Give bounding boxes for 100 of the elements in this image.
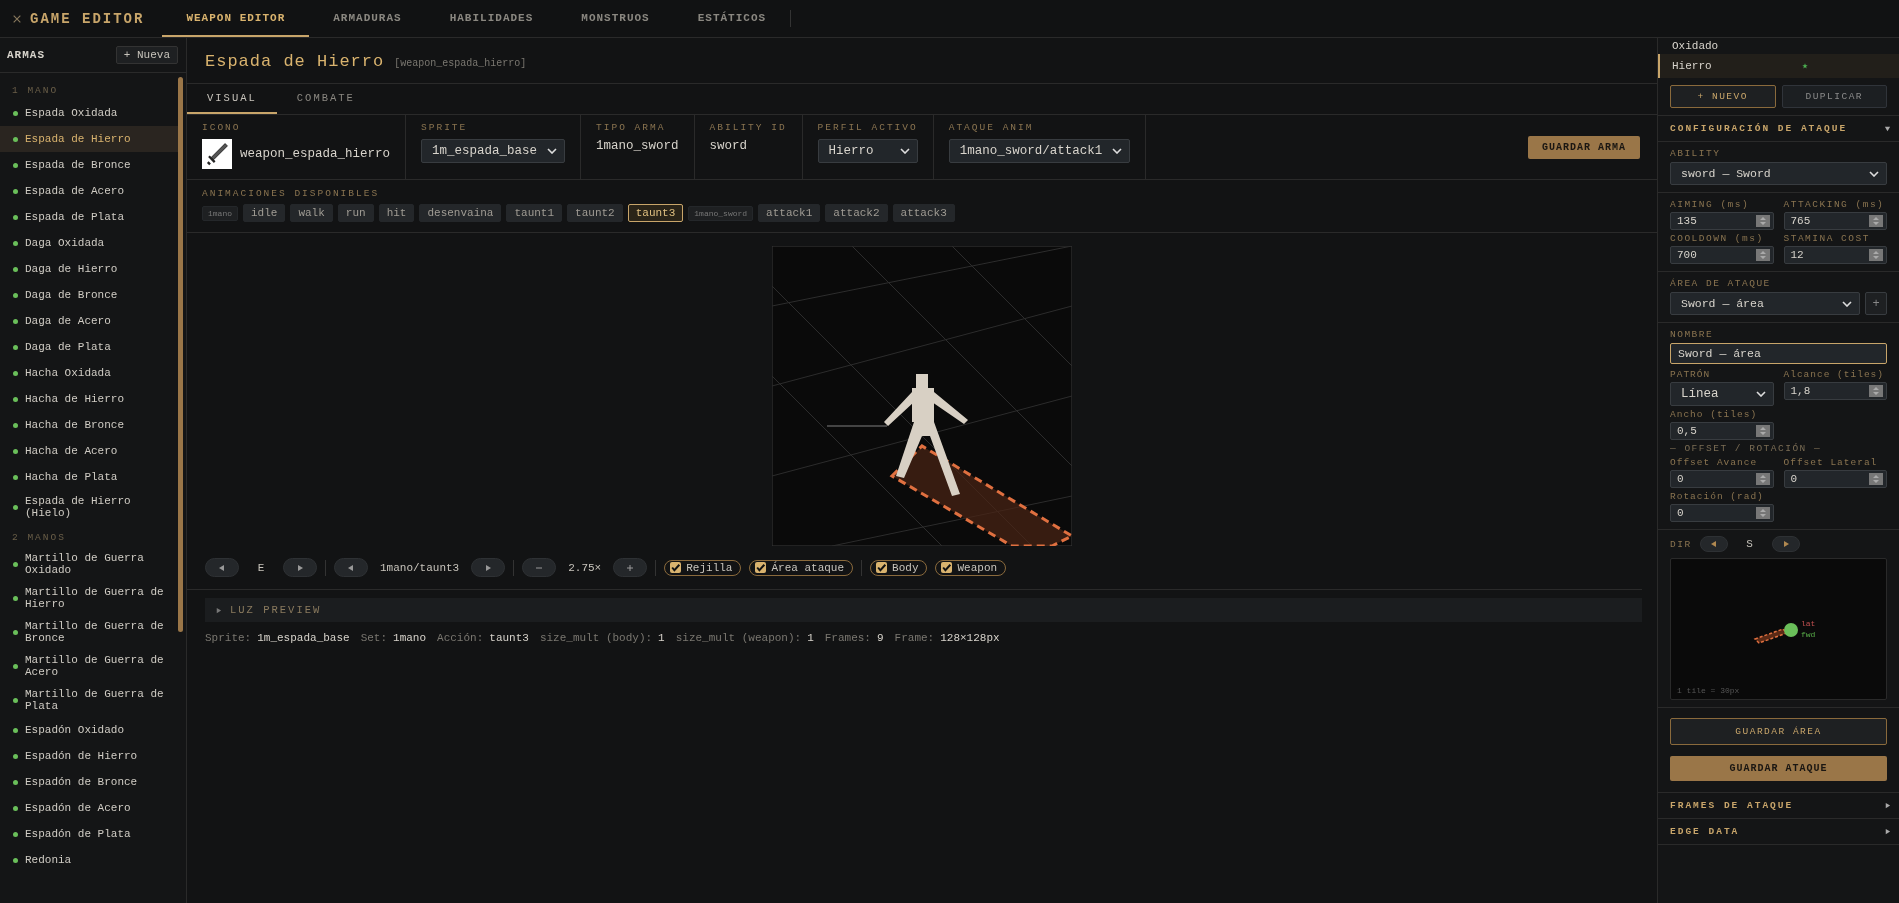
status-dot [13,595,18,601]
select-field[interactable]: 1mano_sword/attack1 [948,139,1131,163]
weapon-list-item[interactable]: Espadón de Bronce [0,769,178,795]
animation-chip[interactable]: hit [378,204,415,222]
number-field[interactable]: 0 [1670,470,1774,488]
weapon-name: Espadón de Plata [25,828,131,840]
editor-tab[interactable]: VISUAL [187,84,277,114]
animation-chip[interactable]: attack3 [892,204,955,222]
editor-tab[interactable]: COMBATE [276,84,375,114]
animation-chip[interactable]: attack1 [758,204,821,222]
forward-axis-label: fwd [1801,630,1816,639]
weapon-list-item[interactable]: Espada de Bronce [0,152,178,178]
checkbox[interactable] [876,562,888,573]
light-preview-header[interactable]: LUZ PREVIEW [205,598,1642,622]
info-value: 1m_espada_base [257,632,350,644]
animation-set-tag[interactable]: 1mano [202,205,238,221]
profile-list-item[interactable]: Hierro [1658,54,1899,78]
weapon-list-item[interactable]: Daga Oxidada [0,230,178,256]
weapon-name: Hacha de Acero [25,445,118,457]
section-header[interactable]: CONFIGURACIÓN DE ATAQUE [1658,116,1899,142]
weapon-list-item[interactable]: Hacha de Acero [0,438,178,464]
weapon-list-item[interactable]: Daga de Bronce [0,282,178,308]
weapon-list-item[interactable]: Daga de Hierro [0,256,178,282]
save-area-button[interactable]: GUARDAR ÁREA [1670,718,1887,745]
animation-chip[interactable]: taunt1 [506,204,563,222]
new-profile-button[interactable]: + NUEVO [1670,85,1776,108]
section-header[interactable]: FRAMES DE ATAQUE [1658,793,1899,819]
weapon-list-item[interactable]: Espada de Hierro (Hielo) [0,490,178,524]
animation-chip[interactable]: idle [243,204,286,222]
weapon-name: Hacha de Hierro [25,393,125,405]
weapon-list-item[interactable]: Hacha de Plata [0,464,178,490]
nav-tab[interactable]: MONSTRUOS [557,0,674,37]
number-field[interactable]: 0 [1783,470,1887,488]
weapon-list-item[interactable]: Hacha de Bronce [0,412,178,438]
weapon-list-item[interactable]: Daga de Plata [0,334,178,360]
weapon-list-item[interactable]: Redonia [0,847,178,873]
area-select[interactable]: Sword — área [1670,292,1860,315]
weapon-list-item[interactable]: Martillo de Guerra de Bronce [0,615,178,649]
animation-chip[interactable]: taunt2 [567,204,623,222]
new-weapon-button[interactable]: + Nueva [115,46,178,64]
save-weapon-button[interactable]: GUARDAR ARMA [1528,135,1640,159]
weapon-list-item[interactable]: Espada de Plata [0,204,178,230]
previous-animation-button[interactable] [334,558,368,577]
number-field[interactable]: 135 [1670,212,1774,230]
number-field[interactable]: 12 [1783,246,1887,264]
save-attack-button[interactable]: GUARDAR ATAQUE [1670,756,1887,781]
nav-tab[interactable]: HABILIDADES [425,0,558,37]
number-field[interactable]: 700 [1670,246,1774,264]
animation-chip[interactable]: run [337,204,374,222]
select-field[interactable]: Hierro [817,139,918,163]
number-field[interactable]: 1,8 [1783,382,1887,400]
profile-list-item[interactable]: Oxidado [1658,38,1899,54]
next-animation-button[interactable] [471,558,506,577]
scrollbar-thumb[interactable] [178,77,183,632]
zoom-in-button[interactable] [613,558,648,577]
number-field[interactable]: 0,5 [1670,422,1774,440]
weapon-list-item[interactable]: Espadón de Hierro [0,743,178,769]
weapon-name: Espada de Bronce [25,159,131,171]
ability-select[interactable]: sword — Sword [1670,162,1887,185]
number-field[interactable]: 0 [1670,504,1774,522]
weapon-list-item[interactable]: Hacha de Hierro [0,386,178,412]
weapon-list-item[interactable]: Martillo de Guerra de Acero [0,649,178,683]
subsection-heading: — OFFSET / ROTACIÓN — [1670,443,1823,454]
weapon-list-item[interactable]: Espadón de Acero [0,795,178,821]
weapon-list-item[interactable]: Martillo de Guerra de Plata [0,683,178,717]
pattern-select[interactable]: Línea [1670,382,1774,406]
next-direction-button[interactable] [1771,536,1800,552]
weapon-name: Daga de Acero [25,315,111,327]
section-header[interactable]: EDGE DATA [1658,819,1899,845]
previous-direction-button[interactable] [1699,536,1728,552]
animation-chip[interactable]: attack2 [825,204,888,222]
info-value: 1mano [393,632,427,644]
name-input-field[interactable]: Sword — área [1670,343,1887,364]
select-field[interactable]: 1m_espada_base [421,139,566,163]
weapon-list-item[interactable]: Espada Oxidada [0,100,178,126]
weapon-list-item[interactable]: Espada de Acero [0,178,178,204]
weapon-list-item[interactable]: Espadón de Plata [0,821,178,847]
animation-set-tag[interactable]: 1mano_sword [688,205,754,221]
nav-tab[interactable]: ARMADURAS [309,0,426,37]
weapon-list-item[interactable]: Martillo de Guerra Oxidado [0,547,178,581]
field-label: Alcance (tiles) [1783,369,1885,380]
section-label: ANIMACIONES DISPONIBLES [202,188,381,199]
animation-chip[interactable]: taunt3 [627,204,684,222]
nav-tab[interactable]: ESTÁTICOS [673,0,791,37]
number-field[interactable]: 765 [1783,212,1887,230]
previous-direction-button[interactable] [205,558,239,577]
weapon-name: Martillo de Guerra de Acero [25,654,165,678]
animation-chip[interactable]: desenvaina [419,204,502,222]
checkbox[interactable] [755,562,767,573]
next-direction-button[interactable] [283,558,317,577]
animation-chip[interactable]: walk [290,204,333,222]
weapon-list-item[interactable]: Hacha Oxidada [0,360,178,386]
add-area-button[interactable]: + [1865,292,1887,315]
weapon-list-item[interactable]: Martillo de Guerra de Hierro [0,581,178,615]
status-dot [13,831,18,837]
checkbox[interactable] [941,562,953,573]
weapon-list-item[interactable]: Espadón Oxidado [0,717,178,743]
checkbox[interactable] [670,562,682,573]
weapon-list-item[interactable]: Espada de Hierro [0,126,178,152]
weapon-list-item[interactable]: Daga de Acero [0,308,178,334]
